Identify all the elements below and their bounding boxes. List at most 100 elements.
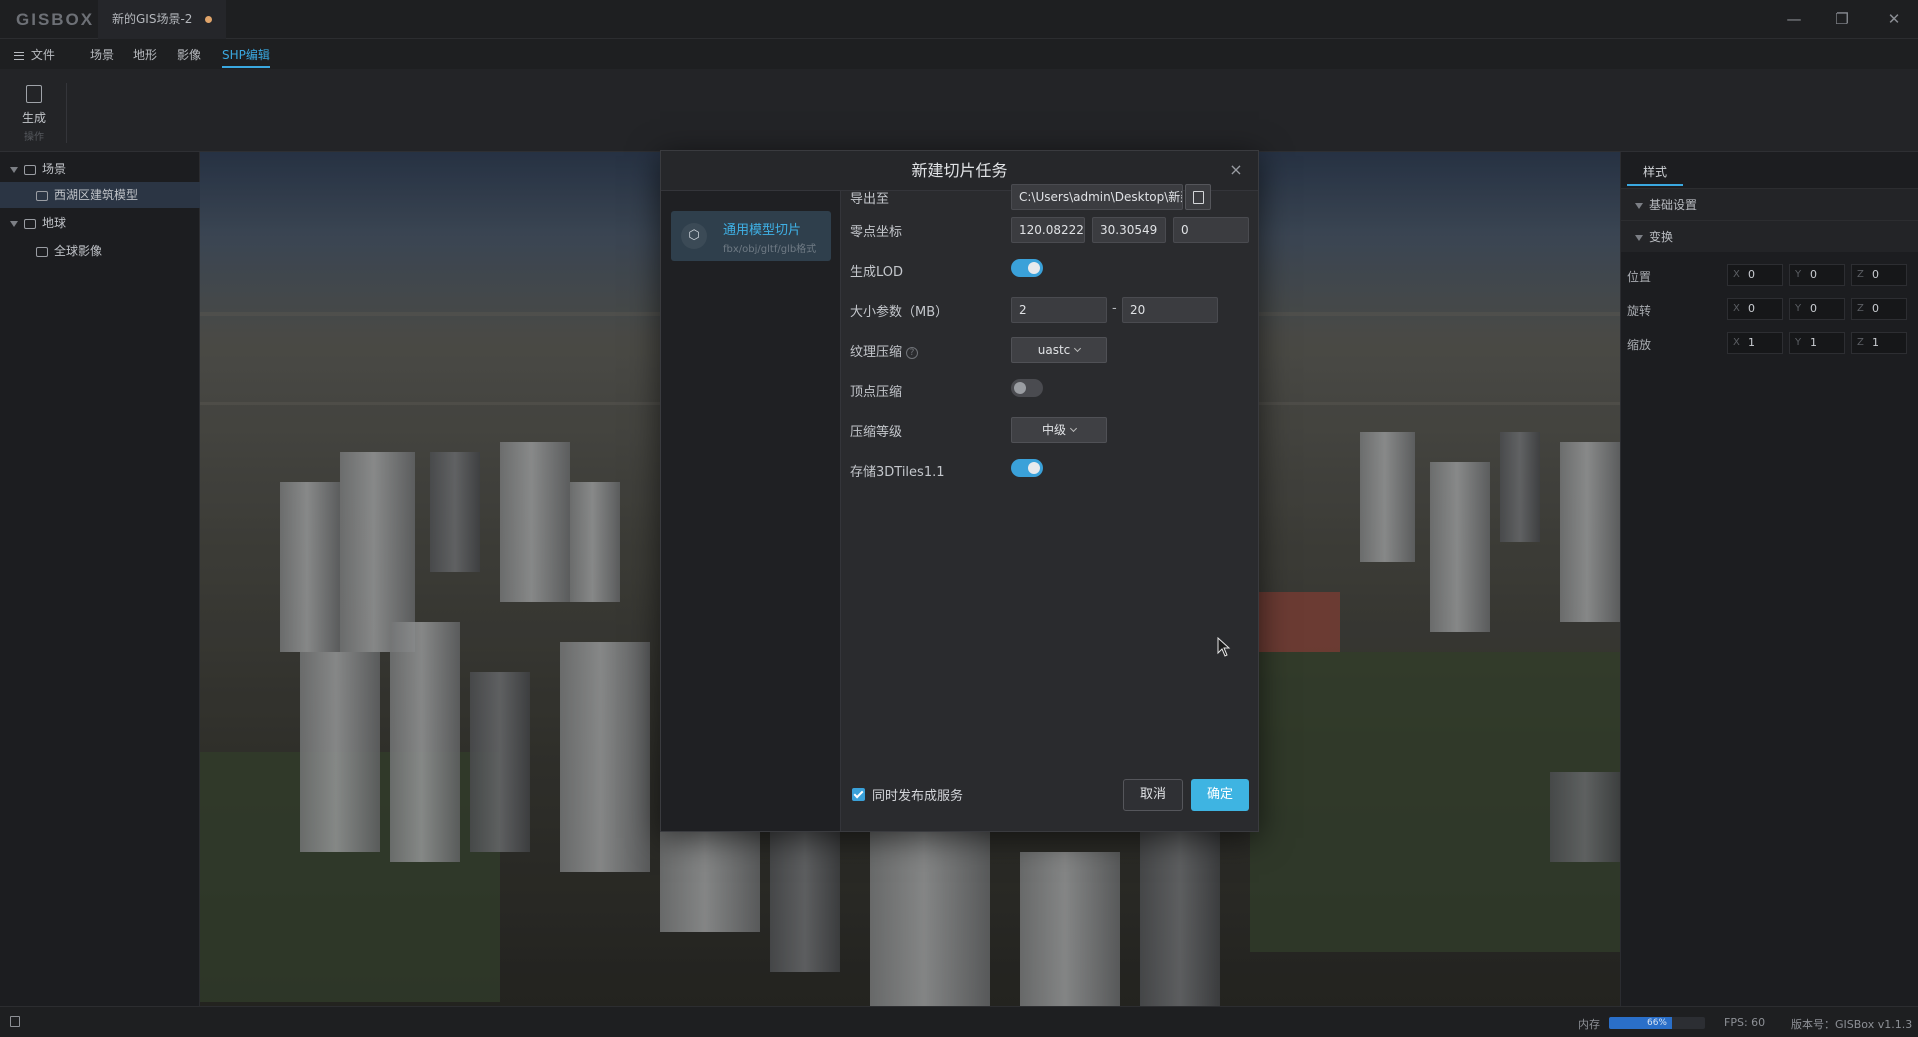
field-value: 1 — [1872, 336, 1879, 349]
origin-x-input[interactable]: 120.08222 — [1011, 217, 1085, 243]
axis-x-label: X — [1733, 269, 1740, 280]
rotation-y-field[interactable]: Y0 — [1789, 298, 1845, 320]
toggle-knob — [1014, 382, 1026, 394]
tiles-11-toggle[interactable] — [1011, 459, 1043, 477]
compress-level-select[interactable]: 中级 — [1011, 417, 1107, 443]
tab-style[interactable]: 样式 — [1627, 158, 1683, 186]
generate-icon — [26, 85, 42, 103]
field-value: 0 — [1872, 302, 1879, 315]
scale-x-field[interactable]: X1 — [1727, 332, 1783, 354]
position-x-field[interactable]: X0 — [1727, 264, 1783, 286]
axis-y-label: Y — [1795, 269, 1802, 280]
restore-button[interactable]: ❐ — [1818, 0, 1866, 39]
scale-y-field[interactable]: Y1 — [1789, 332, 1845, 354]
axis-x-label: X — [1733, 303, 1740, 314]
close-window-button[interactable]: ✕ — [1870, 0, 1918, 39]
size-param-label: 大小参数（MB） — [850, 305, 949, 320]
field-value: 1 — [1748, 336, 1755, 349]
size-min-input[interactable]: 2 — [1011, 297, 1107, 323]
mouse-cursor-icon — [1217, 637, 1231, 657]
size-max-input[interactable]: 20 — [1122, 297, 1218, 323]
memory-label: 内存 — [1578, 1018, 1600, 1031]
scene-tree-panel: 场景 西湖区建筑模型 地球 全球影像 — [0, 152, 200, 1006]
export-path-input[interactable]: C:\Users\admin\Desktop\新建文件夹 — [1011, 184, 1183, 210]
axis-y-label: Y — [1795, 303, 1802, 314]
task-type-formats: fbx/obj/gltf/glb格式 — [723, 244, 817, 255]
menu-scene[interactable]: 场景 — [90, 46, 114, 63]
app-logo: GISBOX — [16, 10, 95, 29]
range-dash: - — [1112, 301, 1117, 316]
position-y-field[interactable]: Y0 — [1789, 264, 1845, 286]
axis-z-label: Z — [1857, 303, 1864, 314]
section-label: 变换 — [1649, 230, 1674, 244]
generate-button[interactable]: 生成 操作 — [14, 85, 54, 143]
model-icon — [36, 190, 48, 201]
texture-compress-text: 纹理压缩 — [850, 345, 903, 360]
origin-z-input[interactable]: 0 — [1173, 217, 1249, 243]
browse-folder-button[interactable] — [1185, 184, 1211, 210]
menu-imagery[interactable]: 影像 — [177, 46, 201, 63]
document-tab[interactable]: 新的GIS场景-2 — [98, 0, 226, 39]
task-type-title: 通用模型切片 — [723, 223, 802, 238]
file-menu-label: 文件 — [30, 48, 55, 62]
dialog-close-button[interactable]: × — [1226, 160, 1246, 180]
status-page-icon[interactable] — [10, 1016, 20, 1027]
vertex-compress-toggle[interactable] — [1011, 379, 1043, 397]
texture-compress-label: 纹理压缩? — [850, 341, 919, 360]
field-value: 0 — [1872, 268, 1879, 281]
select-value: uastc — [1037, 343, 1071, 357]
layer-icon — [24, 218, 36, 229]
help-icon[interactable]: ? — [906, 347, 919, 359]
field-value: 0 — [1748, 268, 1755, 281]
scale-z-field[interactable]: Z1 — [1851, 332, 1907, 354]
export-to-label: 导出至 — [850, 192, 890, 207]
file-icon — [1193, 191, 1204, 204]
fps-readout: FPS: 60 — [1724, 1016, 1766, 1029]
generate-group-label: 操作 — [24, 132, 44, 143]
imagery-icon — [36, 246, 48, 257]
field-value: 0 — [1810, 268, 1817, 281]
cancel-button[interactable]: 取消 — [1123, 779, 1183, 811]
menu-shp-edit[interactable]: SHP编辑 — [222, 46, 270, 68]
axis-y-label: Y — [1795, 337, 1802, 348]
expand-caret-icon[interactable] — [10, 220, 18, 227]
toolbar-divider — [66, 83, 67, 143]
publish-service-checkbox[interactable] — [852, 788, 865, 801]
tree-node-label: 全球影像 — [54, 244, 103, 258]
tree-node-xihu-model[interactable]: 西湖区建筑模型 — [0, 182, 200, 208]
lod-toggle[interactable] — [1011, 259, 1043, 277]
minimize-button[interactable]: — — [1770, 0, 1818, 39]
field-value: 0 — [1748, 302, 1755, 315]
origin-y-input[interactable]: 30.30549 — [1092, 217, 1166, 243]
unsaved-dot-icon — [205, 16, 212, 23]
section-transform[interactable]: 变换 — [1621, 220, 1918, 252]
menu-terrain[interactable]: 地形 — [133, 46, 157, 63]
rotation-z-field[interactable]: Z0 — [1851, 298, 1907, 320]
field-value: 1 — [1810, 336, 1817, 349]
confirm-button[interactable]: 确定 — [1191, 779, 1249, 811]
collapse-caret-icon — [1635, 234, 1643, 241]
origin-label: 零点坐标 — [850, 225, 903, 240]
select-value: 中级 — [1041, 423, 1066, 437]
tree-node-label: 场景 — [42, 162, 67, 176]
task-type-generic-model[interactable]: ⬡ 通用模型切片 fbx/obj/gltf/glb格式 — [671, 211, 831, 261]
properties-panel: 样式 基础设置 变换 位置 X0 Y0 Z0 旋转 X0 Y0 Z0 缩放 X1… — [1620, 152, 1918, 1006]
new-tiling-task-dialog: 新建切片任务 × ⬡ 通用模型切片 fbx/obj/gltf/glb格式 导出至… — [660, 150, 1259, 832]
texture-compress-select[interactable]: uastc — [1011, 337, 1107, 363]
expand-caret-icon[interactable] — [10, 166, 18, 173]
publish-service-label[interactable]: 同时发布成服务 — [872, 785, 963, 804]
vertex-compress-label: 顶点压缩 — [850, 385, 903, 400]
tree-node-scene[interactable]: 场景 — [0, 156, 200, 182]
chevron-down-icon — [1074, 344, 1082, 353]
compress-level-label: 压缩等级 — [850, 425, 903, 440]
file-menu[interactable]: 文件 — [14, 46, 55, 63]
collapse-caret-icon — [1635, 202, 1643, 209]
section-basic-settings[interactable]: 基础设置 — [1621, 188, 1918, 220]
tree-node-earth[interactable]: 地球 — [0, 210, 200, 236]
rotation-x-field[interactable]: X0 — [1727, 298, 1783, 320]
title-bar: GISBOX 新的GIS场景-2 — ❐ ✕ — [0, 0, 1918, 39]
position-z-field[interactable]: Z0 — [1851, 264, 1907, 286]
field-value: 0 — [1810, 302, 1817, 315]
rotation-label: 旋转 — [1627, 304, 1652, 318]
tree-node-global-imagery[interactable]: 全球影像 — [0, 238, 200, 264]
